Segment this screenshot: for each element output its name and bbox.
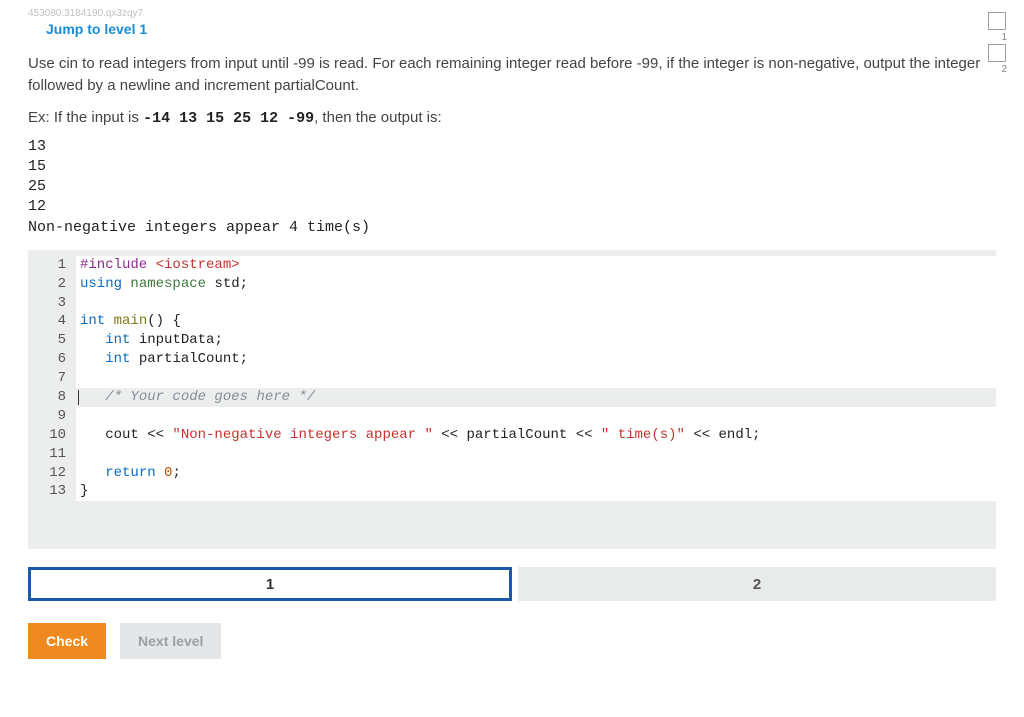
code-line[interactable]: 11 — [28, 445, 996, 464]
code-content[interactable]: cout << "Non-negative integers appear " … — [76, 426, 996, 445]
code-content[interactable]: #include <iostream> — [76, 256, 996, 275]
level-checkbox-label: 2 — [1001, 64, 1007, 75]
line-number: 1 — [28, 256, 76, 275]
example-suffix: , then the output is: — [314, 109, 442, 126]
code-content[interactable] — [76, 369, 996, 388]
line-number: 3 — [28, 294, 76, 313]
line-number: 5 — [28, 331, 76, 350]
code-content[interactable]: int inputData; — [76, 331, 996, 350]
level-checkboxes: 1 2 — [988, 12, 1006, 62]
code-line[interactable]: 6 int partialCount; — [28, 350, 996, 369]
code-line[interactable]: 8 /* Your code goes here */ — [28, 388, 996, 407]
line-number: 11 — [28, 445, 76, 464]
level-checkbox-1[interactable]: 1 — [988, 12, 1006, 30]
line-number: 6 — [28, 350, 76, 369]
button-row: Check Next level — [28, 623, 996, 659]
code-content[interactable]: using namespace std; — [76, 275, 996, 294]
line-number: 4 — [28, 312, 76, 331]
level-checkbox-label: 1 — [1001, 32, 1007, 43]
code-editor[interactable]: 1#include <iostream>2using namespace std… — [28, 250, 996, 550]
question-id: 453080.3184190.qx3zqy7 — [28, 8, 996, 19]
line-number: 9 — [28, 407, 76, 426]
code-line[interactable]: 12 return 0; — [28, 464, 996, 483]
code-line[interactable]: 3 — [28, 294, 996, 313]
step-bar: 12 — [28, 567, 996, 601]
code-content[interactable] — [76, 407, 996, 426]
line-number: 10 — [28, 426, 76, 445]
code-line[interactable]: 5 int inputData; — [28, 331, 996, 350]
line-number: 2 — [28, 275, 76, 294]
code-line[interactable]: 4int main() { — [28, 312, 996, 331]
code-line[interactable]: 9 — [28, 407, 996, 426]
jump-to-level-link[interactable]: Jump to level 1 — [46, 21, 147, 37]
line-number: 8 — [28, 388, 76, 407]
code-content[interactable] — [76, 445, 996, 464]
code-content[interactable]: int main() { — [76, 312, 996, 331]
code-content[interactable]: int partialCount; — [76, 350, 996, 369]
step-tab-1[interactable]: 1 — [28, 567, 512, 601]
level-checkbox-2[interactable]: 2 — [988, 44, 1006, 62]
line-number: 7 — [28, 369, 76, 388]
code-line[interactable]: 10 cout << "Non-negative integers appear… — [28, 426, 996, 445]
example-prefix: Ex: If the input is — [28, 109, 143, 126]
example-input: -14 13 15 25 12 -99 — [143, 110, 314, 127]
code-line[interactable]: 1#include <iostream> — [28, 256, 996, 275]
problem-statement: Use cin to read integers from input unti… — [28, 53, 996, 97]
code-line[interactable]: 2using namespace std; — [28, 275, 996, 294]
step-tab-2[interactable]: 2 — [518, 567, 996, 601]
line-number: 12 — [28, 464, 76, 483]
code-content[interactable] — [76, 294, 996, 313]
check-button[interactable]: Check — [28, 623, 106, 659]
expected-output: 13 15 25 12 Non-negative integers appear… — [28, 137, 996, 238]
code-line[interactable]: 7 — [28, 369, 996, 388]
next-level-button: Next level — [120, 623, 221, 659]
example-line: Ex: If the input is -14 13 15 25 12 -99,… — [28, 109, 996, 127]
code-content[interactable]: return 0; — [76, 464, 996, 483]
code-line[interactable]: 13} — [28, 482, 996, 501]
code-content[interactable]: /* Your code goes here */ — [76, 388, 996, 407]
line-number: 13 — [28, 482, 76, 501]
code-content[interactable]: } — [76, 482, 996, 501]
